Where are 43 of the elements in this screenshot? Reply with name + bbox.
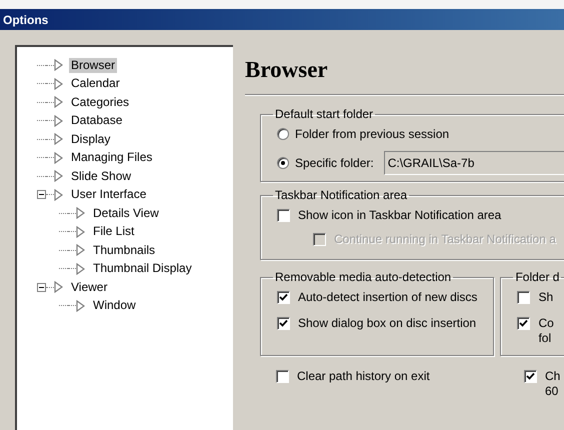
page-heading: Browser bbox=[245, 57, 329, 83]
checkbox[interactable] bbox=[517, 317, 530, 330]
checkbox[interactable] bbox=[517, 291, 530, 304]
group-title: Taskbar Notification area bbox=[274, 187, 408, 204]
checkbox[interactable] bbox=[277, 291, 290, 304]
group-title: Removable media auto-detection bbox=[274, 269, 452, 286]
checkbox[interactable] bbox=[276, 370, 289, 383]
minus-icon bbox=[39, 284, 44, 290]
collapse-toggle[interactable] bbox=[37, 190, 46, 200]
radio-label: Specific folder: bbox=[295, 155, 374, 172]
checkbox-label: Clear path history on exit bbox=[297, 369, 430, 384]
tree-item[interactable]: Details View bbox=[91, 206, 161, 221]
radio-button[interactable] bbox=[277, 157, 289, 169]
checkbox-label: Show icon in Taskbar Notification area bbox=[298, 208, 502, 223]
folder-path-field[interactable]: C:\GRAIL\Sa-7b bbox=[384, 151, 564, 175]
minus-icon bbox=[39, 192, 44, 198]
checkbox-label: Ch 60 bbox=[545, 369, 560, 399]
checkbox-label: Co fol bbox=[538, 316, 554, 346]
tree-item[interactable]: Browser bbox=[69, 58, 118, 73]
checkbox[interactable] bbox=[524, 370, 537, 383]
tree-item[interactable]: Calendar bbox=[69, 76, 122, 92]
checkbox[interactable] bbox=[277, 209, 290, 222]
tree-item[interactable]: Categories bbox=[69, 94, 132, 110]
window-title: Options bbox=[3, 12, 48, 28]
checkbox-label: Auto-detect insertion of new discs bbox=[298, 290, 478, 305]
tree-item[interactable]: Thumbnails bbox=[91, 242, 158, 258]
tree-item[interactable]: File List bbox=[91, 224, 136, 240]
group-title: Folder d bbox=[514, 269, 560, 286]
tree-item[interactable]: Window bbox=[91, 298, 138, 314]
collapse-toggle[interactable] bbox=[37, 282, 46, 292]
tree-item[interactable]: Slide Show bbox=[69, 168, 134, 184]
tree-item[interactable]: Managing Files bbox=[69, 150, 154, 166]
checkbox-label: Sh bbox=[538, 290, 554, 305]
tree-item[interactable]: User Interface bbox=[69, 187, 148, 202]
radio-label: Folder from previous session bbox=[295, 126, 450, 143]
tree-item[interactable]: Viewer bbox=[69, 280, 110, 295]
tree-item[interactable]: Display bbox=[69, 132, 112, 147]
tree-item[interactable]: Thumbnail Display bbox=[91, 261, 194, 276]
group-title: Default start folder bbox=[274, 106, 374, 123]
tree-item[interactable]: Database bbox=[69, 113, 124, 128]
radio-button[interactable] bbox=[277, 128, 289, 140]
checkbox[interactable] bbox=[277, 317, 290, 330]
checkbox-label: Show dialog box on disc insertion bbox=[298, 316, 476, 331]
